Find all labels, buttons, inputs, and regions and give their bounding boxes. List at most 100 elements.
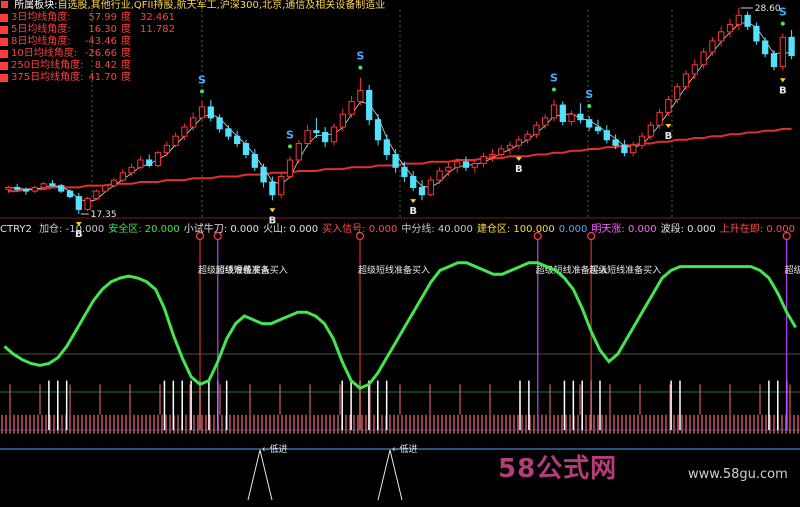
low-entry-text: ←低进 xyxy=(392,443,418,455)
legend-value: 57.99 xyxy=(88,12,117,23)
candle-body xyxy=(436,170,443,181)
candle-body xyxy=(14,186,21,190)
legend-swatch xyxy=(0,50,8,58)
candle-body xyxy=(568,113,575,123)
legend-label: 8日均线角度: xyxy=(11,36,71,47)
legend-label: 375日均线角度: xyxy=(11,72,84,83)
candle-body xyxy=(498,148,505,155)
legend-label: 3日均线角度: xyxy=(11,12,71,23)
stock-chart-stage: S S S S S S B B B B B B 28.60 17.35 超级短线准备买入 超级短线准备买入 超级… xyxy=(0,0,800,503)
low-entry-arrow xyxy=(247,449,273,501)
candle-body xyxy=(682,73,690,88)
candle-body xyxy=(489,153,496,157)
candle-body xyxy=(330,126,338,143)
candle-body xyxy=(181,126,188,137)
indicator-item: 建仓区: 100.000 xyxy=(476,224,555,235)
candle-body xyxy=(410,175,417,188)
candle-body xyxy=(286,159,294,177)
sell-marker-s: S xyxy=(585,88,593,101)
indicator-item: 安全区: 20.000 xyxy=(108,224,180,235)
indicator-item: 中分线: 40.000 xyxy=(401,224,473,235)
sell-marker-dot xyxy=(587,104,592,109)
sell-marker-dot xyxy=(780,21,785,26)
candle-body xyxy=(674,86,681,101)
indicator-item: 0.000 xyxy=(558,224,588,235)
legend-unit: 度 xyxy=(121,12,131,23)
candle-body xyxy=(630,144,637,154)
candle-body xyxy=(612,139,619,146)
candle-body xyxy=(586,119,593,128)
legend-row: 10日均线角度: -26.66 度 xyxy=(0,48,385,60)
indicator-green-line xyxy=(3,261,797,390)
candle-body xyxy=(480,155,487,165)
legend-value: 41.70 xyxy=(88,72,117,83)
indicator-name: CTRY2 xyxy=(0,224,32,235)
legend-label: 10日均线角度: xyxy=(11,48,78,59)
legend-label: 250日均线角度: xyxy=(11,60,84,71)
indicator-item: 上升在即: 0.000 xyxy=(719,224,795,235)
legend-swatch xyxy=(0,74,8,82)
candle-body xyxy=(198,106,206,119)
candle-body xyxy=(462,161,470,168)
candle-body xyxy=(260,166,267,183)
candle-body xyxy=(84,197,91,210)
indicator-signal-text: 超级短线准备买入 xyxy=(785,264,800,276)
candle-body xyxy=(559,104,566,123)
candle-body xyxy=(718,31,725,42)
candle-body xyxy=(656,111,663,126)
legend-unit: 度 xyxy=(121,24,131,35)
candle-body xyxy=(22,188,30,192)
indicator-item: 明天涨: 0.000 xyxy=(591,224,657,235)
candle-body xyxy=(154,152,162,166)
candle-body xyxy=(603,130,610,141)
candle-body xyxy=(172,135,179,146)
candle-body xyxy=(93,190,100,199)
candle-body xyxy=(75,196,82,210)
candle-body xyxy=(339,113,346,128)
candle-body xyxy=(31,186,38,192)
legend-row: 375日均线角度: 41.70 度 xyxy=(0,72,385,84)
legend-swatch xyxy=(0,62,8,70)
legend-row: 3日均线角度: 57.99 度 32.461 xyxy=(0,12,385,24)
legend-value: -26.66 xyxy=(84,48,117,59)
candle-body xyxy=(700,51,707,66)
candle-body xyxy=(357,89,364,102)
indicator-items: 加仓: -10.000 安全区: 20.000 小试牛刀: 0.000 火山: 0.0… xyxy=(39,224,799,235)
indicator-signal-text: 超级短线准备买入 xyxy=(589,264,661,276)
sell-marker-s: S xyxy=(286,128,294,141)
sector-swatch xyxy=(1,1,8,8)
candle-body xyxy=(427,179,434,196)
indicator-item: 波段: 0.000 xyxy=(660,224,716,235)
candle-body xyxy=(242,143,250,155)
indicator-item: 小试牛刀: 0.000 xyxy=(183,224,259,235)
sell-marker-s: S xyxy=(550,72,558,85)
candle-body xyxy=(665,99,672,113)
low-price-label: 17.35 xyxy=(91,210,117,220)
candle-body xyxy=(542,117,549,126)
candle-body xyxy=(128,166,135,174)
legend-swatch xyxy=(0,14,8,22)
candle-body xyxy=(621,144,628,154)
candle-body xyxy=(726,23,734,33)
indicator-item: 买入信号: 0.000 xyxy=(322,224,398,235)
candle-body xyxy=(5,186,12,190)
candle-body xyxy=(709,40,716,53)
candle-body xyxy=(207,106,214,119)
indicator-item: 加仓: -10.000 xyxy=(39,224,105,235)
candle-body xyxy=(515,139,522,146)
sector-label: 所属板块: xyxy=(14,0,58,11)
sell-marker-dot xyxy=(552,87,556,92)
high-price-label: 28.60 xyxy=(755,4,781,14)
candle-body xyxy=(313,130,320,134)
candle-body xyxy=(49,183,56,187)
candle-body xyxy=(269,181,276,196)
buy-marker-b: B xyxy=(409,206,417,217)
candle-body xyxy=(533,124,540,135)
legend-row: 5日均线角度: 16.30 度 11.782 xyxy=(0,24,385,36)
candle-body xyxy=(163,144,170,154)
candle-body xyxy=(374,119,382,141)
legend-row: 8日均线角度: -43.46 度 xyxy=(0,36,385,48)
buy-marker-b: B xyxy=(665,131,673,142)
candle-body xyxy=(234,135,241,145)
candle-body xyxy=(251,153,258,168)
